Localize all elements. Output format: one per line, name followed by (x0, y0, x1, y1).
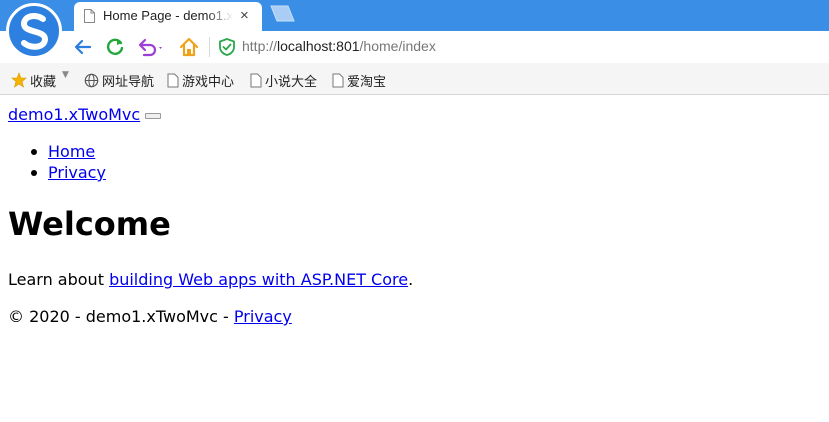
refresh-icon[interactable] (104, 36, 126, 58)
browser-logo (6, 3, 62, 59)
nav-link-privacy[interactable]: Privacy (48, 163, 106, 182)
globe-icon (84, 73, 99, 87)
brand-link[interactable]: demo1.xTwoMvc (8, 105, 140, 124)
bookmark-label: 收藏 (30, 73, 57, 89)
navbar-toggle-button[interactable] (145, 112, 162, 119)
footer-copyright: © 2020 - demo1.xTwoMvc - (8, 307, 234, 326)
shield-icon[interactable] (219, 38, 235, 56)
site-header: demo1.xTwoMvc (8, 105, 162, 124)
bookmarks-bar: 收藏 ▼ 网址导航 游戏中心 小说大全 爱淘宝 (0, 63, 829, 95)
bookmark-games[interactable]: 游戏中心 (167, 71, 234, 89)
tab-title: Home Page - demo1.xTwoMvc (103, 8, 233, 23)
page-title: Welcome (8, 205, 171, 243)
toolbar-divider (209, 37, 210, 57)
bookmark-label: 小说大全 (265, 73, 318, 89)
bookmark-novels[interactable]: 小说大全 (250, 71, 317, 89)
address-bar[interactable]: http://localhost:801/home/index (242, 38, 436, 54)
browser-titlebar: Home Page - demo1.xTwoMvc × (0, 0, 829, 31)
close-icon[interactable]: × (240, 8, 249, 24)
nav-link-home[interactable]: Home (48, 142, 95, 161)
page-icon (332, 73, 344, 87)
lead-text: Learn about building Web apps with ASP.N… (8, 270, 413, 290)
bookmark-label: 爱淘宝 (347, 73, 387, 89)
home-icon[interactable] (178, 36, 200, 58)
bookmark-taobao[interactable]: 爱淘宝 (332, 71, 386, 89)
bookmark-label: 网址导航 (102, 73, 155, 89)
bookmark-label: 游戏中心 (182, 73, 235, 89)
url-scheme: http:// (242, 38, 278, 54)
chevron-down-icon[interactable]: ▼ (62, 70, 69, 80)
lead-suffix: . (408, 270, 414, 289)
sogou-logo-icon (20, 13, 49, 50)
page-icon (250, 73, 262, 87)
page-icon (167, 73, 179, 87)
nav-item-home: Home (8, 142, 106, 163)
nav-item-privacy: Privacy (8, 163, 106, 184)
footer-privacy-link[interactable]: Privacy (234, 307, 292, 326)
bookmark-nav[interactable]: 网址导航 (84, 71, 154, 89)
address-toolbar: http://localhost:801/home/index (0, 31, 829, 63)
undo-close-tab-icon[interactable] (136, 36, 166, 58)
new-tab-button[interactable] (268, 5, 296, 22)
page-icon (84, 9, 95, 23)
back-arrow-icon[interactable] (72, 36, 94, 58)
footer: © 2020 - demo1.xTwoMvc - Privacy (8, 307, 292, 327)
main-nav: Home Privacy (8, 142, 106, 184)
star-icon (11, 72, 27, 88)
url-path: /home/index (359, 38, 436, 54)
aspnet-docs-link[interactable]: building Web apps with ASP.NET Core (109, 270, 408, 289)
lead-prefix: Learn about (8, 270, 110, 289)
url-host: localhost:801 (277, 38, 360, 54)
bookmark-favorites[interactable]: 收藏 (11, 71, 56, 89)
browser-tab[interactable]: Home Page - demo1.xTwoMvc × (74, 2, 262, 31)
